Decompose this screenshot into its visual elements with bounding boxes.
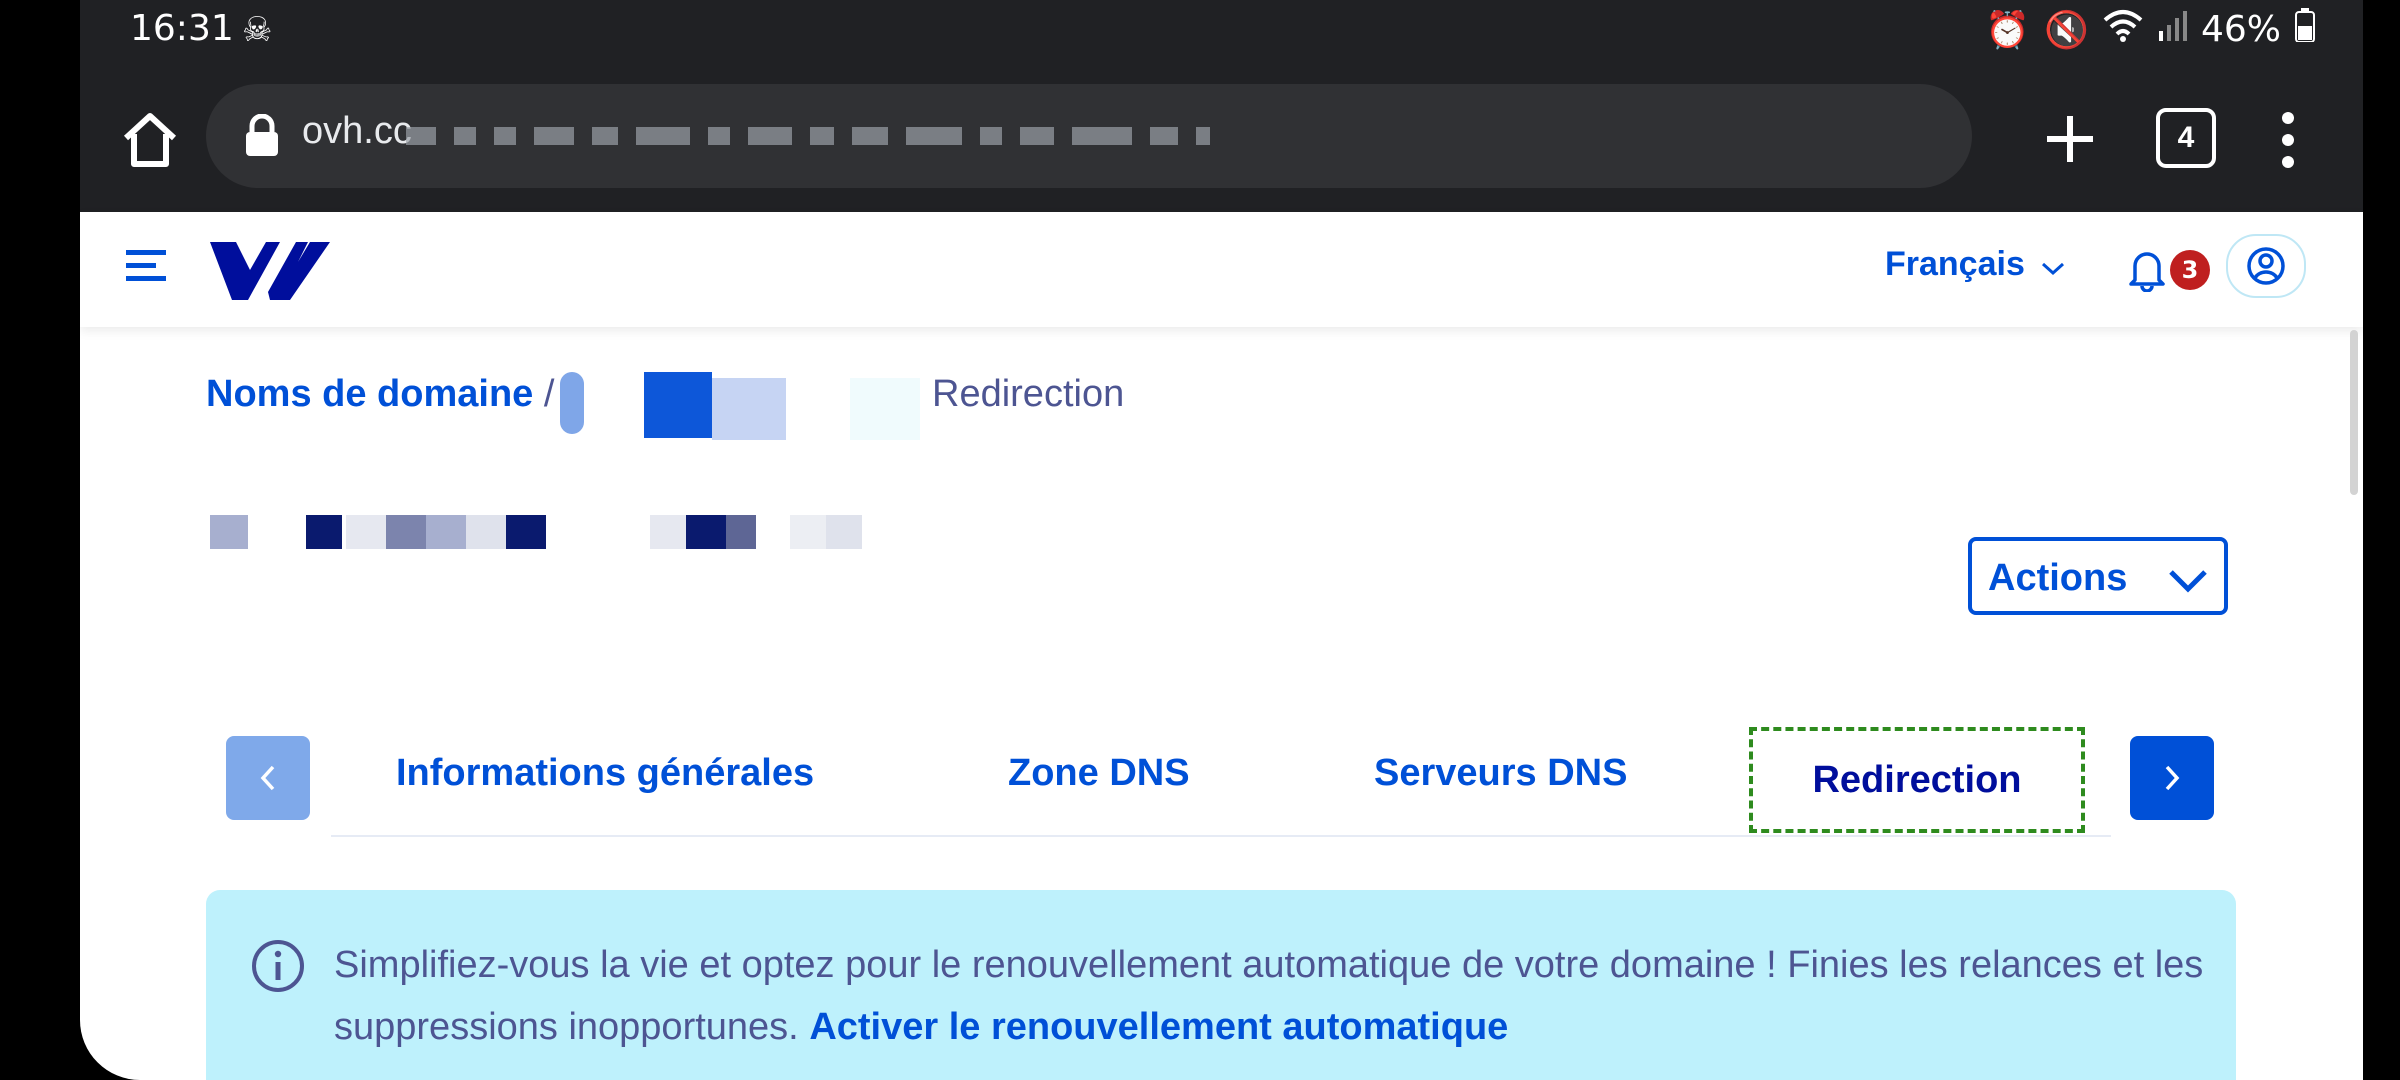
breadcrumb-domains-link[interactable]: Noms de domaine (206, 373, 533, 415)
scrollbar[interactable] (2350, 330, 2358, 495)
chevron-down-icon (2169, 570, 2207, 593)
info-icon (252, 940, 304, 992)
chevron-left-icon (260, 765, 275, 791)
battery-icon (2295, 8, 2315, 51)
tab-redirection[interactable]: Redirection (1749, 727, 2085, 833)
chevron-down-icon[interactable] (2040, 260, 2066, 278)
url-redacted (406, 104, 1686, 168)
signal-icon (2157, 9, 2187, 50)
skull-icon: ☠ (242, 10, 273, 50)
chevron-right-icon (2165, 765, 2180, 791)
user-account-button[interactable] (2226, 234, 2306, 298)
browser-toolbar: ovh.cc 4 (80, 62, 2363, 212)
tab-dns-zone[interactable]: Zone DNS (1008, 752, 1190, 795)
redacted-block (850, 378, 920, 440)
url-text: ovh.cc (302, 110, 412, 152)
breadcrumb-current: Redirection (932, 373, 1125, 415)
url-bar[interactable]: ovh.cc (206, 84, 1972, 188)
actions-button[interactable]: Actions (1968, 537, 2228, 615)
new-tab-icon[interactable] (2035, 104, 2105, 174)
status-bar: 16:31 ☠ ⏰ 🔇 46% (80, 0, 2363, 62)
tabs-prev-button[interactable] (226, 736, 310, 820)
lock-icon (246, 114, 278, 156)
app-header: Français 3 (80, 212, 2363, 327)
notification-badge: 3 (2170, 250, 2210, 290)
actions-label: Actions (1988, 557, 2128, 599)
info-banner: Simplifiez-vous la vie et optez pour le … (206, 890, 2236, 1080)
tab-dns-servers[interactable]: Serveurs DNS (1374, 752, 1627, 795)
redacted-block (644, 372, 712, 438)
tab-switcher-icon[interactable]: 4 (2156, 108, 2216, 168)
tabs-divider (331, 835, 2111, 837)
enable-auto-renewal-link[interactable]: Activer le renouvellement automatique (809, 1006, 1508, 1048)
redacted-block (560, 372, 584, 434)
status-icons: ⏰ 🔇 46% (1985, 8, 2315, 51)
more-vertical-icon[interactable] (2280, 110, 2296, 170)
tabs-next-button[interactable] (2130, 736, 2214, 820)
domain-title-redacted (210, 505, 862, 549)
bell-icon[interactable] (2127, 248, 2167, 292)
device-screen: 16:31 ☠ ⏰ 🔇 46% ovh.cc 4 Français 3 Noms… (80, 0, 2363, 1080)
status-time: 16:31 (130, 8, 234, 49)
breadcrumb: Noms de domaine / (206, 373, 554, 416)
home-icon[interactable] (118, 108, 182, 172)
tab-general-info[interactable]: Informations générales (396, 752, 814, 795)
hamburger-icon[interactable] (126, 248, 166, 284)
language-selector[interactable]: Français (1885, 245, 2025, 284)
breadcrumb-separator: / (543, 373, 555, 415)
wifi-icon (2103, 8, 2143, 51)
mute-icon: 🔇 (2044, 9, 2089, 51)
info-banner-text: Simplifiez-vous la vie et optez pour le … (334, 934, 2214, 1058)
redacted-block (712, 378, 786, 440)
battery-level: 46% (2200, 9, 2281, 50)
alarm-icon: ⏰ (1985, 9, 2031, 51)
ovh-logo[interactable] (210, 234, 330, 304)
user-icon (2247, 247, 2285, 285)
